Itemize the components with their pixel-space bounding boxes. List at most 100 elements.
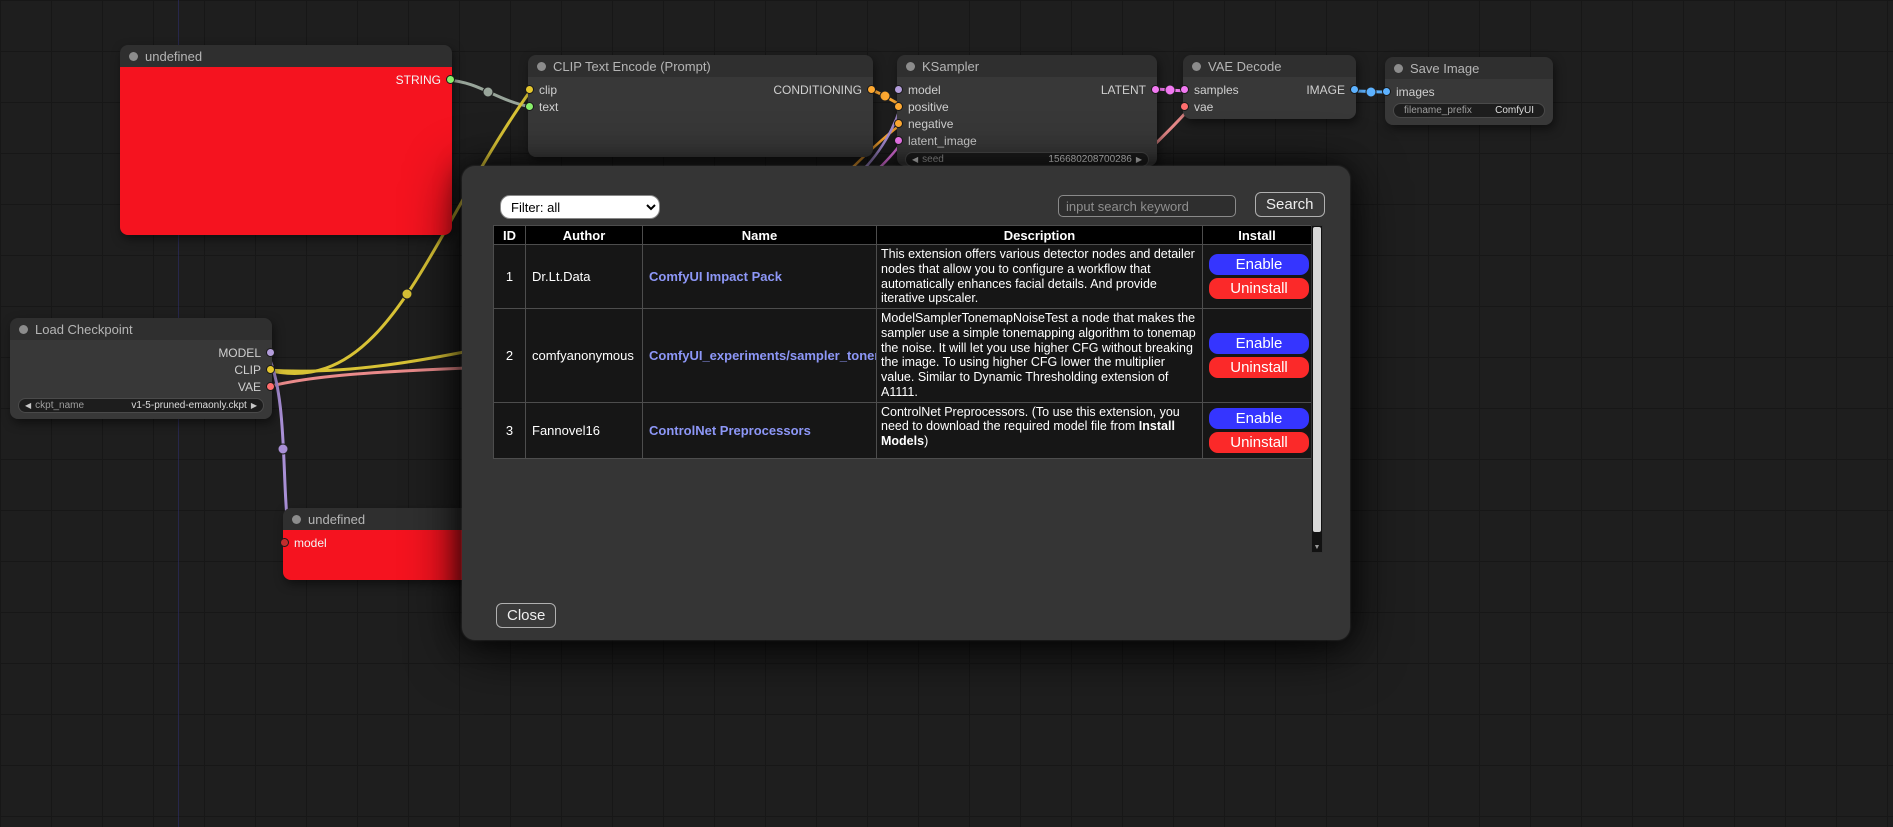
slot-dot-conditioning[interactable] bbox=[867, 85, 876, 94]
output-slot-vae[interactable]: VAE bbox=[10, 378, 277, 395]
slot-label: STRING bbox=[396, 73, 441, 87]
node-collapse-dot[interactable] bbox=[537, 62, 546, 71]
slot-dot-text[interactable] bbox=[525, 102, 534, 111]
node-load-checkpoint[interactable]: Load Checkpoint MODEL CLIP VAE ◀ ckpt_na… bbox=[10, 318, 272, 419]
enable-button[interactable]: Enable bbox=[1209, 408, 1309, 429]
close-button[interactable]: Close bbox=[496, 603, 556, 628]
slot-label: images bbox=[1396, 85, 1435, 99]
node-collapse-dot[interactable] bbox=[906, 62, 915, 71]
slot-dot-images[interactable] bbox=[1382, 87, 1391, 96]
slot-dot-negative[interactable] bbox=[894, 119, 903, 128]
wire-dot[interactable] bbox=[483, 87, 493, 97]
slot-dot-image[interactable] bbox=[1350, 85, 1359, 94]
node-title-bar[interactable]: undefined bbox=[120, 45, 452, 67]
node-vae-decode[interactable]: VAE Decode samples vae IMAGE bbox=[1183, 55, 1356, 119]
slot-dot-string[interactable] bbox=[446, 75, 455, 84]
widget-increment-arrow[interactable]: ▶ bbox=[1136, 156, 1142, 164]
input-slot-latent-image[interactable]: latent_image bbox=[892, 132, 1157, 149]
node-title: Save Image bbox=[1410, 61, 1479, 76]
extension-link[interactable]: ComfyUI_experiments/sampler_tonemap bbox=[649, 348, 877, 363]
output-slot-model[interactable]: MODEL bbox=[10, 344, 277, 361]
table-scrollbar[interactable]: ▼ bbox=[1311, 225, 1323, 553]
output-slot-image[interactable]: IMAGE bbox=[1304, 81, 1361, 98]
widget-label: filename_prefix bbox=[1404, 105, 1472, 116]
slot-dot-vae[interactable] bbox=[1180, 102, 1189, 111]
wire-dot[interactable] bbox=[1165, 85, 1175, 95]
node-undefined-top[interactable]: undefined STRING bbox=[120, 45, 452, 235]
scrollbar-thumb[interactable] bbox=[1313, 227, 1321, 532]
slot-dot-latent[interactable] bbox=[1151, 85, 1160, 94]
widget-label: seed bbox=[922, 154, 944, 165]
wire-dot[interactable] bbox=[1366, 87, 1376, 97]
node-title-bar[interactable]: undefined bbox=[283, 508, 473, 530]
slot-label: text bbox=[539, 100, 558, 114]
widget-prev-arrow[interactable]: ◀ bbox=[25, 402, 31, 410]
wire-dot[interactable] bbox=[880, 91, 890, 101]
extension-link[interactable]: ComfyUI Impact Pack bbox=[649, 269, 782, 284]
wire-string-to-text[interactable] bbox=[447, 80, 531, 107]
search-input[interactable] bbox=[1058, 195, 1236, 217]
slot-dot-clip[interactable] bbox=[525, 85, 534, 94]
node-graph-canvas[interactable]: undefined STRING CLIP Text Encode (Promp… bbox=[0, 0, 1893, 827]
node-title-bar[interactable]: Load Checkpoint bbox=[10, 318, 272, 340]
node-clip-text-encode[interactable]: CLIP Text Encode (Prompt) clip text COND… bbox=[528, 55, 873, 157]
uninstall-button[interactable]: Uninstall bbox=[1209, 278, 1309, 299]
cell-id: 1 bbox=[494, 245, 526, 309]
column-header-install: Install bbox=[1203, 226, 1312, 245]
slot-dot-vae[interactable] bbox=[266, 382, 275, 391]
node-ksampler[interactable]: KSampler model positive negative latent_… bbox=[897, 55, 1157, 166]
input-slot-negative[interactable]: negative bbox=[892, 115, 1157, 132]
enable-button[interactable]: Enable bbox=[1209, 333, 1309, 354]
node-title-bar[interactable]: CLIP Text Encode (Prompt) bbox=[528, 55, 873, 77]
slot-dot-samples[interactable] bbox=[1180, 85, 1189, 94]
scrollbar-down-arrow-icon[interactable]: ▼ bbox=[1312, 544, 1322, 551]
slot-dot-latent-image[interactable] bbox=[894, 136, 903, 145]
node-collapse-dot[interactable] bbox=[1394, 64, 1403, 73]
uninstall-button[interactable]: Uninstall bbox=[1209, 357, 1309, 378]
filename-prefix-widget[interactable]: filename_prefix ComfyUI bbox=[1393, 103, 1545, 118]
input-slot-text[interactable]: text bbox=[523, 98, 873, 115]
wire-dot[interactable] bbox=[402, 289, 412, 299]
node-collapse-dot[interactable] bbox=[292, 515, 301, 524]
column-header-description: Description bbox=[877, 226, 1203, 245]
input-slot-images[interactable]: images bbox=[1380, 83, 1553, 100]
slot-label: CLIP bbox=[234, 363, 261, 377]
node-save-image[interactable]: Save Image images filename_prefix ComfyU… bbox=[1385, 57, 1553, 125]
enable-button[interactable]: Enable bbox=[1209, 254, 1309, 275]
input-slot-vae[interactable]: vae bbox=[1178, 98, 1356, 115]
ckpt-name-widget[interactable]: ◀ ckpt_name v1-5-pruned-emaonly.ckpt ▶ bbox=[18, 398, 264, 413]
output-slot-string[interactable]: STRING bbox=[120, 71, 457, 88]
input-slot-positive[interactable]: positive bbox=[892, 98, 1157, 115]
uninstall-button[interactable]: Uninstall bbox=[1209, 432, 1309, 453]
node-title: undefined bbox=[145, 49, 202, 64]
output-slot-latent[interactable]: LATENT bbox=[1099, 81, 1162, 98]
node-collapse-dot[interactable] bbox=[19, 325, 28, 334]
node-title-bar[interactable]: KSampler bbox=[897, 55, 1157, 77]
filter-select[interactable]: Filter: all bbox=[500, 195, 660, 219]
wire-dot[interactable] bbox=[278, 444, 288, 454]
column-header-author: Author bbox=[526, 226, 643, 245]
output-slot-conditioning[interactable]: CONDITIONING bbox=[771, 81, 878, 98]
slot-label: LATENT bbox=[1101, 83, 1146, 97]
node-title-bar[interactable]: VAE Decode bbox=[1183, 55, 1356, 77]
seed-widget[interactable]: ◀ seed 156680208700286 ▶ bbox=[905, 152, 1149, 167]
widget-value: ComfyUI bbox=[1495, 105, 1534, 116]
slot-dot-clip[interactable] bbox=[266, 365, 275, 374]
node-title-bar[interactable]: Save Image bbox=[1385, 57, 1553, 79]
node-undefined-bottom[interactable]: undefined model bbox=[283, 508, 473, 580]
slot-dot-model[interactable] bbox=[280, 538, 289, 547]
output-slot-clip[interactable]: CLIP bbox=[10, 361, 277, 378]
extension-link[interactable]: ControlNet Preprocessors bbox=[649, 423, 811, 438]
input-slot-model[interactable]: model bbox=[278, 534, 473, 551]
node-body: images filename_prefix ComfyUI bbox=[1385, 79, 1553, 125]
search-button[interactable]: Search bbox=[1255, 192, 1325, 217]
widget-next-arrow[interactable]: ▶ bbox=[251, 402, 257, 410]
slot-label: CONDITIONING bbox=[773, 83, 862, 97]
node-collapse-dot[interactable] bbox=[129, 52, 138, 61]
slot-dot-positive[interactable] bbox=[894, 102, 903, 111]
slot-dot-model[interactable] bbox=[894, 85, 903, 94]
node-collapse-dot[interactable] bbox=[1192, 62, 1201, 71]
cell-author: comfyanonymous bbox=[526, 309, 643, 403]
widget-decrement-arrow[interactable]: ◀ bbox=[912, 156, 918, 164]
slot-dot-model[interactable] bbox=[266, 348, 275, 357]
